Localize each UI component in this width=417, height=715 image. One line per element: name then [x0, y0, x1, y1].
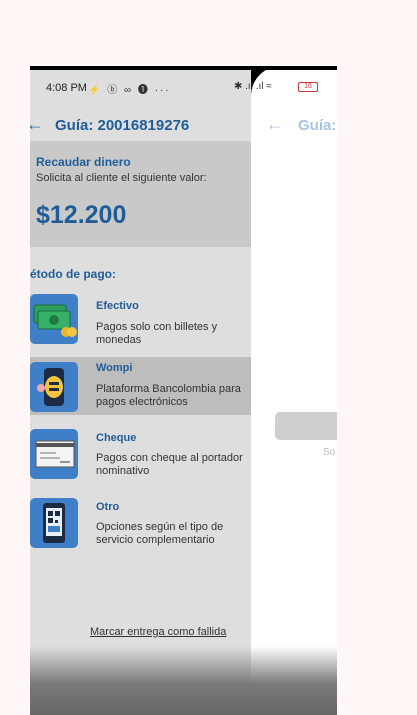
background-page: ← Guía: So	[251, 109, 337, 715]
navigation-bar-shade	[30, 646, 337, 715]
mark-failed-delivery-link[interactable]: Marcar entrega como fallida	[90, 626, 226, 638]
payment-drawer: ← Guía: 20016819276 Recaudar dinero Soli…	[30, 109, 251, 715]
signal-wifi-icons: ✱ .ıl .ıl ≈	[234, 81, 272, 92]
status-time: 4:08 PM	[46, 82, 87, 94]
qr-phone-icon	[30, 498, 78, 548]
payment-method-title: étodo de pago:	[30, 267, 116, 281]
method-name: Cheque	[96, 432, 137, 444]
background-hint: So	[323, 447, 336, 458]
method-desc: Pagos solo con billetes y monedas	[96, 321, 218, 346]
payment-method-wompi[interactable]: Wompi Plataforma Bancolombia para pagos …	[30, 357, 251, 415]
background-button	[275, 412, 337, 440]
drawer-header: ← Guía: 20016819276	[30, 109, 251, 141]
background-title: Guía:	[298, 117, 337, 134]
amount-title: Recaudar dinero	[36, 155, 131, 169]
amount-subtitle: Solicita al cliente el siguiente valor:	[36, 172, 207, 184]
status-bar: 4:08 PM ⚡ ⓑ ∞ ❶ ··· ✱ .ıl .ıl ≈ 16	[30, 66, 337, 109]
back-arrow-icon: ←	[266, 114, 284, 134]
back-arrow-icon[interactable]: ←	[30, 114, 44, 135]
cheque-icon	[30, 429, 78, 479]
wompi-phone-icon	[30, 362, 78, 412]
payment-method-otro[interactable]: Otro Opciones según el tipo de servicio …	[30, 495, 251, 553]
method-desc: Opciones según el tipo de servicio compl…	[96, 521, 224, 546]
method-name: Efectivo	[96, 300, 139, 312]
amount-value: $12.200	[36, 201, 127, 229]
method-name: Otro	[96, 501, 120, 513]
phone-screen: 4:08 PM ⚡ ⓑ ∞ ❶ ··· ✱ .ıl .ıl ≈ 16 ← Guí…	[30, 66, 337, 715]
notification-icons: ⚡ ⓑ ∞ ❶ ···	[88, 85, 171, 96]
amount-card: Recaudar dinero Solicita al cliente el s…	[30, 141, 251, 247]
method-desc: Plataforma Bancolombia para pagos electr…	[96, 383, 241, 408]
method-desc: Pagos con cheque al portador nominativo	[96, 452, 243, 477]
battery-icon: 16	[298, 82, 318, 92]
page-title: Guía: 20016819276	[55, 117, 190, 134]
method-name: Wompi	[96, 362, 133, 374]
payment-method-efectivo[interactable]: Efectivo Pagos solo con billetes y moned…	[30, 292, 251, 350]
screen-top-edge	[30, 66, 337, 70]
cash-icon	[30, 294, 78, 344]
payment-method-cheque[interactable]: Cheque Pagos con cheque al portador nomi…	[30, 427, 251, 485]
